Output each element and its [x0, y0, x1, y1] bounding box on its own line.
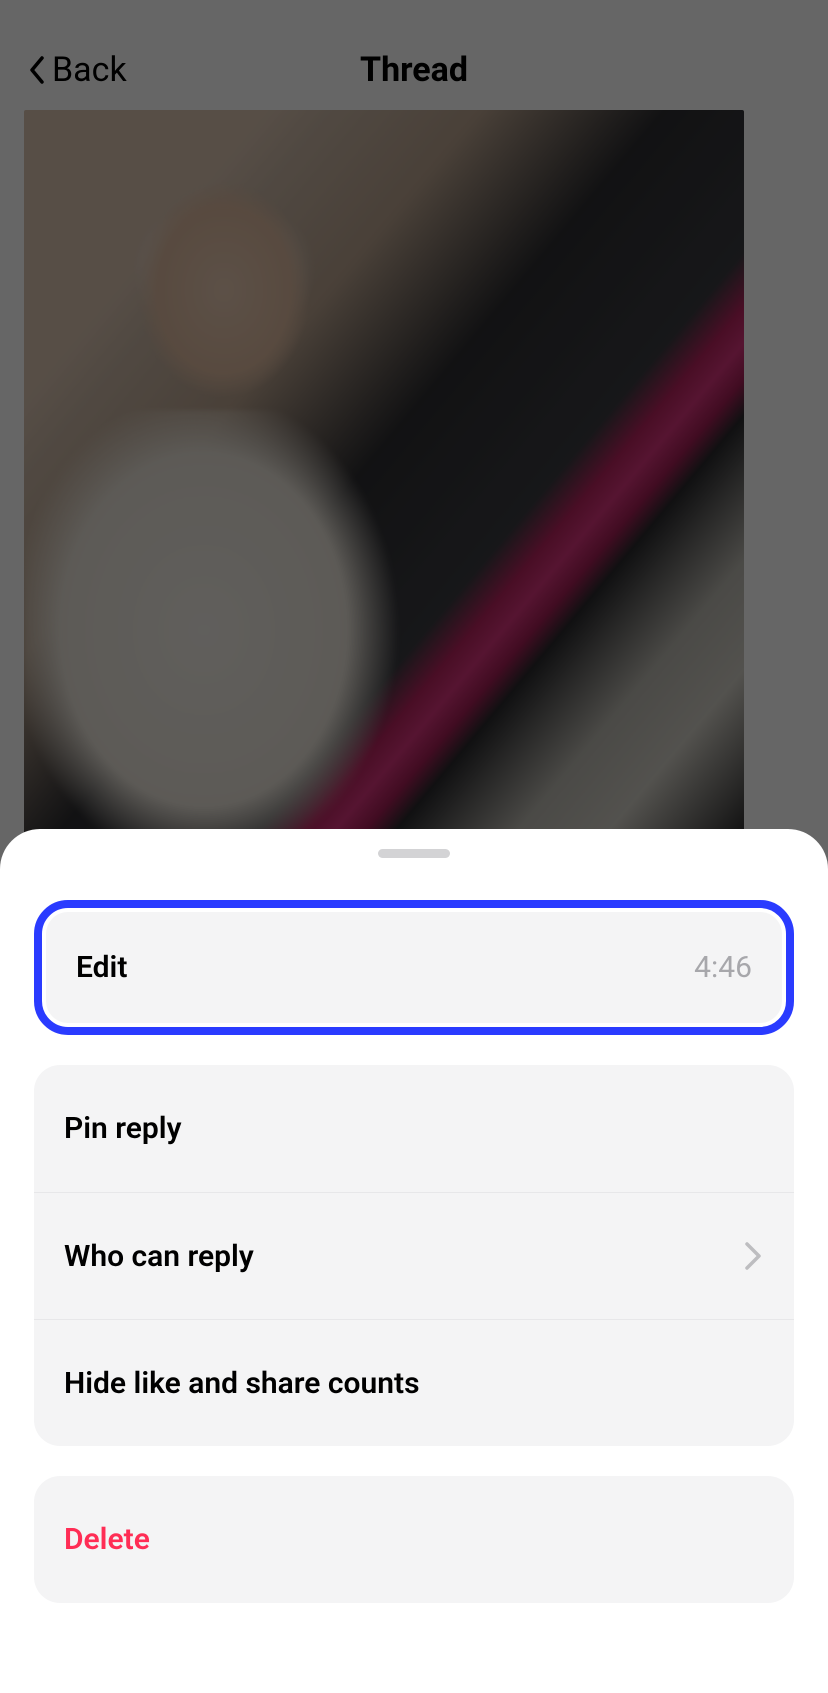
pin-reply-item[interactable]: Pin reply: [34, 1065, 794, 1192]
settings-group: Pin reply Who can reply Hide like and sh…: [34, 1065, 794, 1446]
delete-label: Delete: [64, 1522, 150, 1557]
who-can-reply-label: Who can reply: [64, 1239, 254, 1274]
sheet-grabber[interactable]: [378, 849, 450, 858]
who-can-reply-item[interactable]: Who can reply: [34, 1192, 794, 1319]
edit-label: Edit: [76, 950, 127, 985]
action-sheet: Edit 4:46 Pin reply Who can reply Hide l…: [0, 829, 828, 1693]
edit-time: 4:46: [694, 950, 752, 985]
edit-item[interactable]: Edit 4:46: [46, 912, 782, 1023]
edit-group: Edit 4:46: [46, 912, 782, 1023]
hide-counts-label: Hide like and share counts: [64, 1366, 420, 1401]
hide-counts-item[interactable]: Hide like and share counts: [34, 1319, 794, 1446]
pin-reply-label: Pin reply: [64, 1111, 181, 1146]
chevron-right-icon: [742, 1241, 764, 1271]
delete-group: Delete: [34, 1476, 794, 1603]
delete-item[interactable]: Delete: [34, 1476, 794, 1603]
edit-highlight: Edit 4:46: [34, 900, 794, 1035]
